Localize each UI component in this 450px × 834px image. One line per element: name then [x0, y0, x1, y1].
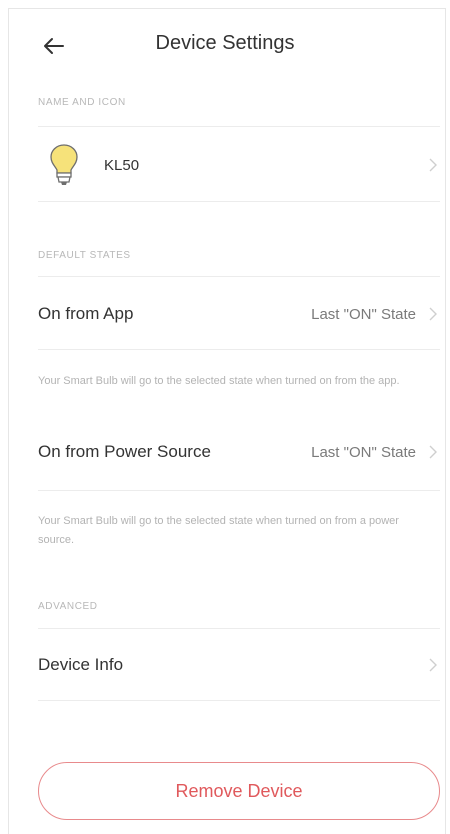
device-info-row[interactable]: Device Info: [38, 632, 440, 698]
divider: [38, 700, 440, 701]
divider: [38, 126, 440, 127]
divider: [38, 628, 440, 629]
section-label-name-and-icon: NAME AND ICON: [38, 97, 126, 108]
on-from-app-row[interactable]: On from App Last "ON" State: [38, 280, 440, 348]
on-from-app-value: Last "ON" State: [311, 305, 416, 323]
chevron-right-icon: [428, 306, 438, 322]
chevron-right-icon: [428, 657, 438, 673]
on-from-app-helper-text: Your Smart Bulb will go to the selected …: [38, 375, 400, 387]
arrow-left-icon: [44, 38, 64, 54]
device-info-label: Device Info: [38, 655, 124, 674]
divider: [38, 490, 440, 491]
chevron-right-icon: [428, 444, 438, 460]
device-name: KL50: [104, 156, 140, 174]
chevron-right-icon: [428, 157, 438, 173]
divider: [38, 201, 440, 202]
on-from-power-source-row[interactable]: On from Power Source Last "ON" State: [38, 424, 440, 480]
remove-device-button[interactable]: Remove Device: [38, 762, 440, 820]
on-from-power-source-label: On from Power Source: [38, 442, 211, 461]
device-name-row[interactable]: KL50: [38, 130, 440, 200]
section-label-advanced: ADVANCED: [38, 601, 98, 612]
header-bar: Device Settings: [0, 22, 450, 70]
divider: [38, 276, 440, 277]
on-from-app-label: On from App: [38, 304, 134, 323]
on-from-power-source-value: Last "ON" State: [311, 443, 416, 461]
on-from-power-source-helper-text: Your Smart Bulb will go to the selected …: [38, 515, 399, 546]
back-button[interactable]: [36, 28, 72, 64]
bulb-icon: [46, 143, 82, 187]
divider: [38, 349, 440, 350]
section-label-default-states: DEFAULT STATES: [38, 250, 131, 261]
